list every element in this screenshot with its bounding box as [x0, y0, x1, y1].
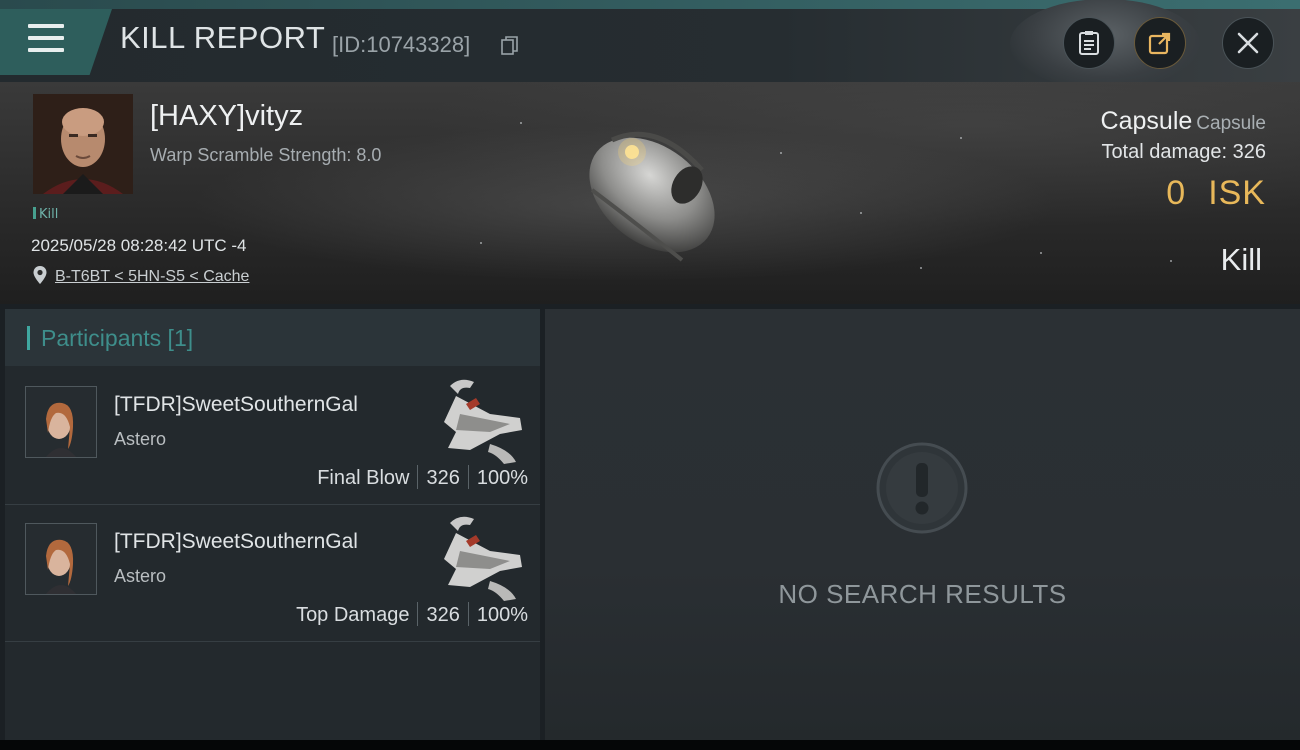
isk-amount: 0 [1166, 174, 1187, 212]
participant-row[interactable]: [TFDR]SweetSouthernGal Astero Top Damage… [5, 505, 540, 642]
no-search-results: NO SEARCH RESULTS [778, 579, 1067, 609]
tab-participants-label: Participants [1] [41, 325, 194, 351]
bottom-edge [0, 740, 1300, 750]
participants-panel: Participants [1] [TFDR]SweetSouthernGal … [5, 309, 540, 740]
header-bar: KILL REPORT [ID:10743328] [0, 0, 1300, 89]
victim-portrait[interactable] [33, 94, 133, 194]
clipboard-button[interactable] [1063, 17, 1115, 69]
total-damage: Total damage: 326 [1101, 141, 1266, 163]
isk-value: 0 ISK [1166, 174, 1266, 213]
menu-button[interactable] [0, 9, 112, 75]
participant-percent: 100% [476, 604, 528, 626]
report-id: [ID:10743328] [332, 32, 471, 57]
close-button[interactable] [1222, 17, 1274, 69]
kill-datetime: 2025/05/28 08:28:42 UTC -4 [31, 236, 247, 255]
close-icon [1237, 32, 1259, 54]
tab-participants[interactable]: Participants [1] [5, 309, 540, 366]
capsule-ship-image [589, 131, 715, 262]
participant-stats: Final Blow 326 100% [317, 465, 528, 490]
victim-ship[interactable]: Capsule Capsule [1101, 107, 1266, 136]
kill-report-screen: KILL REPORT [ID:10743328] [HAXY]vityz Wa… [0, 0, 1300, 750]
kill-location-link[interactable]: B-T6BT < 5HN-S5 < Cache [55, 268, 249, 286]
victim-name[interactable]: [HAXY]vityz [150, 100, 303, 133]
participant-role: Top Damage [296, 604, 410, 626]
ship-class: Capsule [1196, 113, 1266, 134]
participant-ship: Astero [114, 429, 167, 449]
isk-unit: ISK [1208, 174, 1266, 212]
participant-percent: 100% [476, 467, 528, 489]
location-pin-icon [33, 266, 47, 284]
participant-name[interactable]: [TFDR]SweetSouthernGal [114, 393, 358, 417]
participant-stats: Top Damage 326 100% [296, 602, 528, 627]
ship-name: Capsule [1100, 107, 1193, 135]
astero-ship-icon[interactable] [430, 511, 530, 603]
results-panel: NO SEARCH RESULTS [545, 309, 1300, 740]
copy-icon[interactable] [501, 36, 519, 56]
clipboard-icon [1079, 31, 1099, 55]
tab-accent [27, 326, 30, 350]
victim-avatar [33, 94, 133, 194]
kill-tag: Kill [33, 207, 58, 222]
participant-damage: 326 [426, 604, 460, 626]
participant-damage: 326 [426, 467, 460, 489]
share-button[interactable] [1134, 17, 1186, 69]
alert-icon [876, 442, 968, 534]
page-title: KILL REPORT [120, 20, 326, 55]
participant-role: Final Blow [317, 467, 410, 489]
participant-ship: Astero [114, 566, 167, 586]
astero-ship-icon[interactable] [430, 374, 530, 466]
report-type-label: Kill [1220, 242, 1262, 277]
warp-scramble-strength: Warp Scramble Strength: 8.0 [150, 145, 382, 165]
participant-avatar[interactable] [25, 386, 97, 458]
participant-avatar[interactable] [25, 523, 97, 595]
share-icon [1148, 32, 1171, 55]
participant-row[interactable]: [TFDR]SweetSouthernGal Astero Final Blow… [5, 368, 540, 505]
participant-name[interactable]: [TFDR]SweetSouthernGal [114, 530, 358, 554]
